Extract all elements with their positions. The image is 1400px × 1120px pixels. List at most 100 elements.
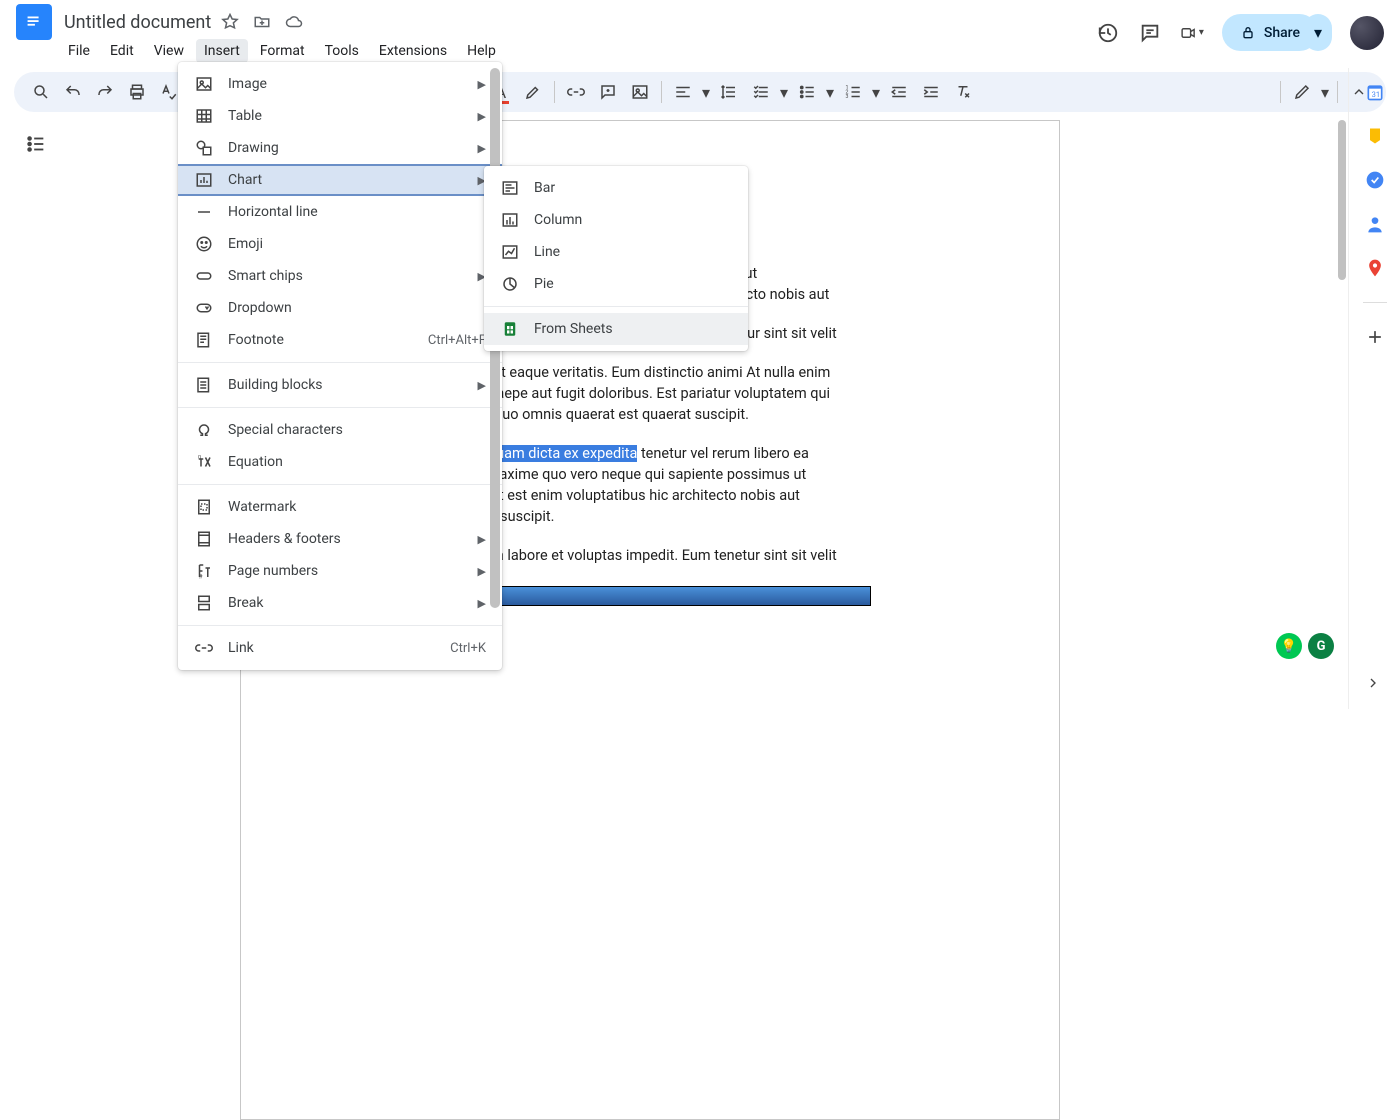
- submenu-arrow-icon: ▶: [478, 78, 486, 91]
- menu-item-label: Link: [228, 640, 436, 656]
- menu-item-smart-chips[interactable]: Smart chips▶: [178, 260, 502, 292]
- submenu-arrow-icon: ▶: [478, 565, 486, 578]
- menu-item-emoji[interactable]: Emoji: [178, 228, 502, 260]
- editing-mode-dropdown[interactable]: ▾: [1319, 83, 1331, 102]
- bar-icon: [500, 178, 520, 198]
- menu-item-table[interactable]: Table▶: [178, 100, 502, 132]
- indent-decrease-icon[interactable]: [884, 77, 914, 107]
- contacts-icon[interactable]: [1365, 214, 1385, 234]
- numbered-list-icon[interactable]: 123: [838, 77, 868, 107]
- keep-icon[interactable]: [1365, 126, 1385, 146]
- menu-insert[interactable]: Insert: [196, 39, 248, 63]
- history-icon[interactable]: [1096, 21, 1120, 45]
- menu-item-horizontal-line[interactable]: Horizontal line: [178, 196, 502, 228]
- grammarly-icon[interactable]: G: [1308, 633, 1334, 659]
- menu-item-label: From Sheets: [534, 321, 732, 337]
- bulleted-list-dropdown[interactable]: ▾: [824, 83, 836, 102]
- submenu-arrow-icon: ▶: [478, 533, 486, 546]
- insert-menu-dropdown: Image▶Table▶Drawing▶Chart▶Horizontal lin…: [178, 62, 502, 670]
- account-avatar[interactable]: [1350, 16, 1384, 50]
- menu-item-headers-footers[interactable]: Headers & footers ▶: [178, 523, 502, 555]
- highlight-color-icon[interactable]: [518, 77, 548, 107]
- line-spacing-icon[interactable]: [714, 77, 744, 107]
- menu-item-label: Line: [534, 244, 732, 260]
- menu-item-equation[interactable]: πEquation: [178, 446, 502, 478]
- menu-item-label: Bar: [534, 180, 732, 196]
- docs-logo-icon[interactable]: [16, 4, 52, 40]
- menu-format[interactable]: Format: [252, 39, 313, 63]
- menu-item-break[interactable]: Break ▶: [178, 587, 502, 619]
- scrollbar-thumb[interactable]: [1338, 120, 1346, 280]
- menu-item-line[interactable]: Line: [484, 236, 748, 268]
- menu-item-from-sheets[interactable]: From Sheets: [484, 313, 748, 345]
- tasks-icon[interactable]: [1365, 170, 1385, 190]
- menu-view[interactable]: View: [146, 39, 192, 63]
- redo-icon[interactable]: [90, 77, 120, 107]
- menu-item-special-characters[interactable]: Special characters: [178, 414, 502, 446]
- menu-item-label: Table: [228, 108, 464, 124]
- undo-icon[interactable]: [58, 77, 88, 107]
- menu-file[interactable]: File: [60, 39, 98, 63]
- submenu-arrow-icon: ▶: [478, 142, 486, 155]
- svg-text:31: 31: [1371, 90, 1379, 99]
- menu-tools[interactable]: Tools: [317, 39, 367, 63]
- print-icon[interactable]: [122, 77, 152, 107]
- align-icon[interactable]: [668, 77, 698, 107]
- from-sheets-icon: [500, 319, 520, 339]
- comment-icon[interactable]: [1138, 21, 1162, 45]
- insert-image-icon[interactable]: [625, 77, 655, 107]
- insert-link-icon[interactable]: [561, 77, 591, 107]
- checklist-icon[interactable]: [746, 77, 776, 107]
- search-menus-icon[interactable]: [26, 77, 56, 107]
- menu-item-column[interactable]: Column: [484, 204, 748, 236]
- menu-item-label: Headers & footers: [228, 531, 464, 547]
- menu-item-label: Break: [228, 595, 464, 611]
- menu-item-label: Horizontal line: [228, 204, 486, 220]
- show-outline-icon[interactable]: [22, 130, 50, 158]
- shortcut-label: Ctrl+K: [450, 641, 486, 656]
- menu-item-chart[interactable]: Chart▶: [178, 164, 502, 196]
- grammarly-badges[interactable]: 💡 G: [1276, 633, 1334, 659]
- menu-extensions[interactable]: Extensions: [371, 39, 455, 63]
- indent-increase-icon[interactable]: [916, 77, 946, 107]
- table-icon: [194, 106, 214, 126]
- menu-item-image[interactable]: Image▶: [178, 68, 502, 100]
- special-characters-icon: [194, 420, 214, 440]
- document-title[interactable]: Untitled document: [64, 12, 211, 33]
- menu-item-dropdown[interactable]: Dropdown: [178, 292, 502, 324]
- dropdown-icon: [194, 298, 214, 318]
- get-addons-icon[interactable]: [1365, 327, 1385, 347]
- numbered-list-dropdown[interactable]: ▾: [870, 83, 882, 102]
- editing-mode-icon[interactable]: [1287, 77, 1317, 107]
- side-panel: 31: [1348, 68, 1400, 709]
- checklist-dropdown[interactable]: ▾: [778, 83, 790, 102]
- menu-item-bar[interactable]: Bar: [484, 172, 748, 204]
- star-icon[interactable]: [221, 13, 239, 31]
- menu-help[interactable]: Help: [459, 39, 504, 63]
- menu-item-footnote[interactable]: FootnoteCtrl+Alt+F: [178, 324, 502, 356]
- clear-formatting-icon[interactable]: [948, 77, 978, 107]
- menu-item-drawing[interactable]: Drawing▶: [178, 132, 502, 164]
- maps-icon[interactable]: [1365, 258, 1385, 278]
- move-icon[interactable]: [253, 13, 271, 31]
- badge-icon[interactable]: 💡: [1276, 633, 1302, 659]
- menu-item-label: Pie: [534, 276, 732, 292]
- menu-item-pie[interactable]: Pie: [484, 268, 748, 300]
- menu-item-page-numbers[interactable]: #Page numbers▶: [178, 555, 502, 587]
- add-comment-icon[interactable]: [593, 77, 623, 107]
- hide-side-panel-icon[interactable]: [1365, 675, 1385, 695]
- align-dropdown[interactable]: ▾: [700, 83, 712, 102]
- share-dropdown[interactable]: ▾: [1304, 14, 1332, 51]
- bulleted-list-icon[interactable]: [792, 77, 822, 107]
- menu-item-building-blocks[interactable]: Building blocks▶: [178, 369, 502, 401]
- menu-item-label: Watermark: [228, 499, 486, 515]
- menu-item-link[interactable]: Link Ctrl+K: [178, 632, 502, 664]
- submenu-arrow-icon: ▶: [478, 597, 486, 610]
- menu-item-label: Column: [534, 212, 732, 228]
- menu-item-watermark[interactable]: Watermark: [178, 491, 502, 523]
- meet-icon[interactable]: ▾: [1180, 21, 1204, 45]
- calendar-icon[interactable]: 31: [1365, 82, 1385, 102]
- smart-chips-icon: [194, 266, 214, 286]
- cloud-status-icon[interactable]: [285, 13, 303, 31]
- menu-edit[interactable]: Edit: [102, 39, 142, 63]
